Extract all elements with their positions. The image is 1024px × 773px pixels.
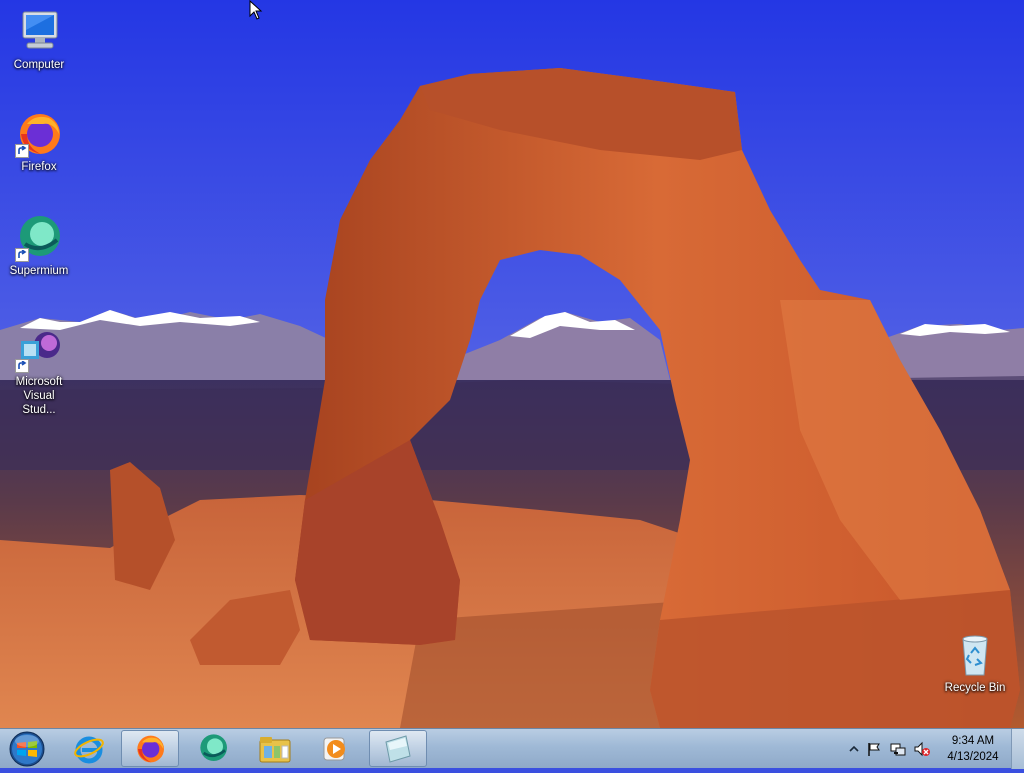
file-explorer-icon: [259, 736, 291, 762]
volume-muted-icon[interactable]: [914, 741, 930, 757]
start-button[interactable]: [6, 730, 48, 768]
shortcut-arrow-icon: [15, 144, 29, 158]
media-player-icon: [323, 737, 345, 760]
recycle-bin-icon: [951, 631, 999, 679]
wallpaper-delicate-arch: [0, 0, 1024, 728]
system-tray: 9:34 AM 4/13/2024: [842, 729, 1024, 769]
taskbar-media-player[interactable]: [306, 730, 364, 767]
desktop-icon-label: Supermium: [9, 265, 69, 277]
taskbar-internet-explorer[interactable]: [60, 730, 118, 767]
desktop-icon-label: Microsoft Visual Stud...: [15, 376, 63, 416]
windows-start-orb-icon: [9, 731, 45, 767]
desktop-icon-computer[interactable]: Computer: [1, 8, 77, 72]
network-icon[interactable]: [890, 741, 906, 757]
shortcut-arrow-icon: [15, 359, 29, 373]
taskbar-window[interactable]: [369, 730, 427, 767]
desktop-icon-visual-studio[interactable]: Microsoft Visual Stud...: [1, 325, 77, 417]
shortcut-arrow-icon: [15, 248, 29, 262]
taskbar-windows-explorer[interactable]: [246, 730, 304, 767]
desktop-icon-label: Recycle Bin: [944, 682, 1006, 694]
clock-time: 9:34 AM: [951, 735, 995, 747]
internet-explorer-icon: [74, 736, 104, 763]
desktop-icon-recycle-bin[interactable]: Recycle Bin: [937, 631, 1013, 695]
firefox-icon: [15, 110, 63, 158]
taskbar: 9:34 AM 4/13/2024: [0, 728, 1024, 769]
computer-icon: [15, 8, 63, 56]
desktop[interactable]: Computer Firefox Supermium Microsoft Vis…: [0, 0, 1024, 728]
mouse-cursor-icon: [249, 0, 263, 20]
visual-studio-icon: [15, 325, 63, 373]
show-hidden-icons-chevron[interactable]: [846, 741, 862, 757]
desktop-icon-label: Firefox: [21, 161, 57, 173]
action-center-flag-icon[interactable]: [866, 741, 882, 757]
show-desktop-button[interactable]: [1011, 729, 1024, 769]
supermium-icon: [15, 214, 63, 262]
taskbar-supermium[interactable]: [184, 730, 242, 767]
clock-date: 4/13/2024: [947, 751, 999, 763]
taskbar-firefox[interactable]: [121, 730, 179, 767]
supermium-icon: [200, 733, 227, 761]
desktop-icon-label: Computer: [13, 59, 65, 71]
clock[interactable]: 9:34 AM 4/13/2024: [942, 733, 1004, 765]
desktop-icon-firefox[interactable]: Firefox: [1, 110, 77, 174]
firefox-icon: [137, 735, 164, 762]
desktop-icon-supermium[interactable]: Supermium: [1, 214, 77, 278]
window-icon: [385, 734, 411, 763]
